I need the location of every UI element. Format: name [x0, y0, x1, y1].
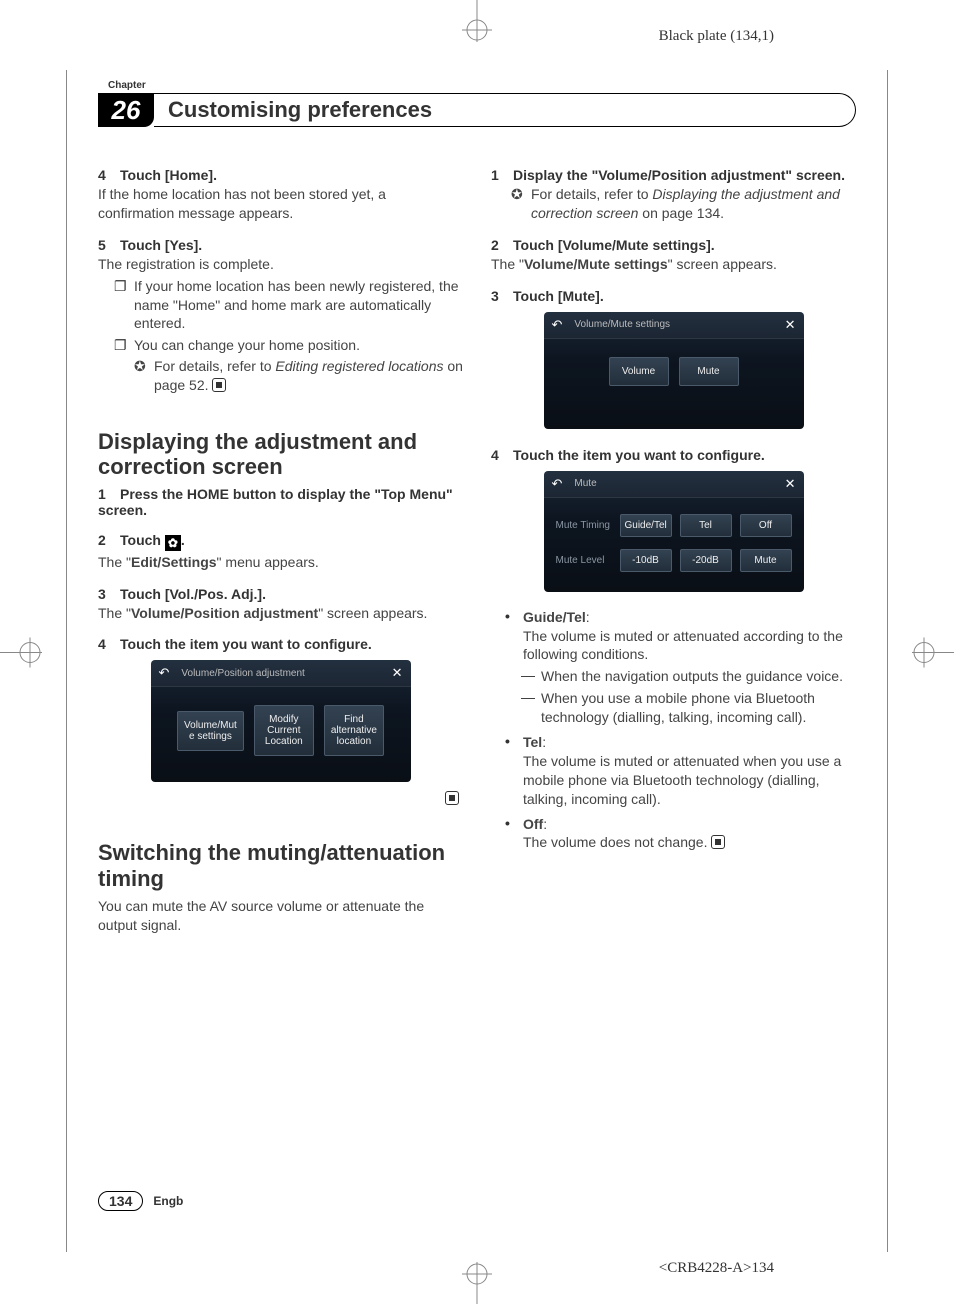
document-id: <CRB4228-A>134: [659, 1260, 774, 1277]
mute-level-mute-button[interactable]: Mute: [740, 549, 792, 572]
chapter-title-wrap: Customising preferences: [154, 93, 856, 127]
crop-mark-left: [0, 627, 50, 680]
step-4-heading: 4Touch [Home].: [98, 167, 463, 183]
screenshot-volume-position: ↶ Volume/Position adjustment ✕ Volume/Mu…: [151, 660, 411, 782]
section-heading-switching: Switching the muting/attenuation timing: [98, 840, 463, 891]
chapter-title: Customising preferences: [168, 97, 432, 123]
display-step-2: 2Touch ✿.: [98, 532, 463, 551]
screenshot-title: Mute: [574, 478, 596, 489]
gear-icon: ✿: [165, 535, 181, 551]
xref-icon: ✪: [511, 185, 531, 204]
display-step-3-body: The "Volume/Position adjustment" screen …: [98, 604, 463, 623]
crop-mark-top: [452, 0, 502, 53]
bullet-tel: • Tel: The volume is muted or attenuated…: [505, 733, 856, 809]
right-step-1: 1Display the "Volume/Position adjustment…: [491, 167, 856, 183]
mute-timing-label: Mute Timing: [556, 520, 612, 531]
left-column: 4Touch [Home]. If the home location has …: [98, 165, 463, 935]
page-footer: 134 Engb: [98, 1191, 183, 1211]
right-step-2-body: The "Volume/Mute settings" screen appear…: [491, 255, 856, 274]
back-icon[interactable]: ↶: [552, 317, 563, 333]
modify-current-location-button[interactable]: Modify Current Location: [254, 705, 314, 756]
minus-10db-button[interactable]: -10dB: [620, 549, 672, 572]
chapter-label: Chapter: [108, 80, 856, 91]
off-button[interactable]: Off: [740, 514, 792, 537]
volume-button[interactable]: Volume: [609, 357, 669, 386]
bullet-icon: •: [505, 815, 523, 831]
end-mark-icon: [711, 835, 725, 849]
crop-mark-right: [904, 627, 954, 680]
close-icon[interactable]: ✕: [785, 476, 796, 492]
page-number: 134: [98, 1191, 143, 1211]
trim-line-left: [66, 70, 67, 1252]
note-icon: ❐: [114, 336, 134, 355]
chapter-header: 26 Customising preferences: [98, 93, 856, 127]
dash-icon: —: [521, 667, 541, 683]
note-1-text: If your home location has been newly reg…: [134, 277, 463, 334]
black-plate-label: Black plate (134,1): [659, 28, 774, 45]
volume-mute-settings-button[interactable]: Volume/Mut e settings: [177, 711, 244, 751]
xref-row: ✪ For details, refer to Editing register…: [134, 357, 463, 395]
bullet-icon: •: [505, 733, 523, 749]
screenshot-title: Volume/Mute settings: [574, 319, 670, 330]
note-row: ❐ If your home location has been newly r…: [114, 277, 463, 334]
back-icon[interactable]: ↶: [552, 476, 563, 492]
mute-level-label: Mute Level: [556, 555, 612, 566]
xref-text: For details, refer to Editing registered…: [154, 357, 463, 395]
display-step-1: 1Press the HOME button to display the "T…: [98, 486, 463, 518]
trim-line-right: [887, 70, 888, 1252]
crop-mark-bottom: [452, 1254, 502, 1307]
step-5-body: The registration is complete.: [98, 255, 463, 274]
switching-intro: You can mute the AV source volume or att…: [98, 897, 463, 935]
right-step-2: 2Touch [Volume/Mute settings].: [491, 237, 856, 253]
find-alternative-location-button[interactable]: Find alternative location: [324, 705, 384, 756]
end-mark-row: [98, 790, 463, 806]
mute-button[interactable]: Mute: [679, 357, 739, 386]
note-2-text: You can change your home position.: [134, 336, 360, 355]
bullet-icon: •: [505, 608, 523, 624]
display-step-3: 3Touch [Vol./Pos. Adj.].: [98, 586, 463, 602]
tel-button[interactable]: Tel: [680, 514, 732, 537]
minus-20db-button[interactable]: -20dB: [680, 549, 732, 572]
back-icon[interactable]: ↶: [159, 665, 170, 681]
guide-tel-button[interactable]: Guide/Tel: [620, 514, 672, 537]
bullet-off: • Off: The volume does not change.: [505, 815, 856, 853]
chapter-number-badge: 26: [98, 93, 154, 127]
end-mark-icon: [212, 378, 226, 392]
section-heading-displaying: Displaying the adjustment and correction…: [98, 429, 463, 480]
screenshot-title: Volume/Position adjustment: [181, 668, 304, 679]
note-icon: ❐: [114, 277, 134, 296]
close-icon[interactable]: ✕: [392, 665, 403, 681]
xref-icon: ✪: [134, 357, 154, 376]
display-step-4: 4Touch the item you want to configure.: [98, 636, 463, 652]
step-4-body: If the home location has not been stored…: [98, 185, 463, 223]
xref-text: For details, refer to Displaying the adj…: [531, 185, 856, 223]
screenshot-mute: ↶ Mute ✕ Mute Timing Guide/Tel Tel Off M…: [544, 471, 804, 592]
right-step-3: 3Touch [Mute].: [491, 288, 856, 304]
language-code: Engb: [153, 1194, 183, 1208]
dash-item: — When you use a mobile phone via Blueto…: [521, 689, 856, 727]
close-icon[interactable]: ✕: [785, 317, 796, 333]
xref-row: ✪ For details, refer to Displaying the a…: [511, 185, 856, 223]
end-mark-icon: [445, 791, 459, 805]
right-column: 1Display the "Volume/Position adjustment…: [491, 165, 856, 935]
step-5-heading: 5Touch [Yes].: [98, 237, 463, 253]
dash-icon: —: [521, 689, 541, 705]
right-step-4: 4Touch the item you want to configure.: [491, 447, 856, 463]
dash-item: — When the navigation outputs the guidan…: [521, 667, 856, 686]
display-step-2-body: The "Edit/Settings" menu appears.: [98, 553, 463, 572]
screenshot-volume-mute-settings: ↶ Volume/Mute settings ✕ Volume Mute: [544, 312, 804, 429]
bullet-guide-tel: • Guide/Tel: The volume is muted or atte…: [505, 608, 856, 665]
note-row: ❐ You can change your home position.: [114, 336, 463, 355]
